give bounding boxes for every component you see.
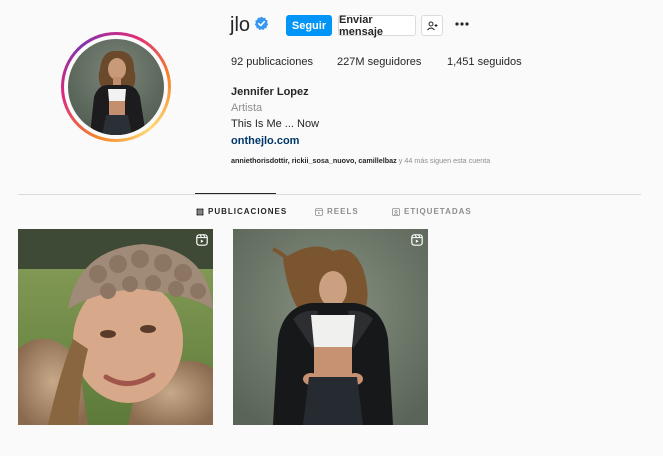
posts-count: 92 publicaciones [231, 56, 313, 68]
followed-by-line[interactable]: anniethorisdottir, rickii_sosa_nuovo, ca… [231, 156, 490, 165]
followers-count-link[interactable]: 227M seguidores [337, 56, 421, 68]
avatar-photo [90, 50, 146, 135]
profile-website-link[interactable]: onthejlo.com [231, 135, 299, 147]
send-message-button[interactable]: Enviar mensaje [338, 14, 416, 38]
profile-full-name: Jennifer Lopez [231, 86, 309, 98]
tab-tagged[interactable]: ETIQUETADAS [392, 207, 472, 216]
grid-icon [196, 208, 204, 215]
post-thumbnail[interactable] [233, 229, 428, 425]
more-options-icon[interactable] [454, 18, 470, 30]
tab-tagged-label: ETIQUETADAS [404, 207, 472, 216]
profile-bio: This Is Me ... Now [231, 118, 320, 130]
tabs-divider [18, 194, 641, 195]
post-thumbnail[interactable] [18, 229, 213, 425]
profile-avatar-story-ring[interactable] [61, 32, 171, 142]
tab-posts-label: PUBLICACIONES [208, 207, 288, 216]
tab-reels[interactable]: REELS [315, 207, 359, 216]
followed-by-names: anniethorisdottir, rickii_sosa_nuovo, ca… [231, 156, 397, 165]
profile-category: Artista [231, 102, 263, 114]
reel-indicator-icon [196, 234, 208, 246]
reels-icon [315, 207, 323, 216]
suggested-accounts-button[interactable] [421, 15, 443, 36]
tab-posts[interactable]: PUBLICACIONES [196, 207, 287, 216]
post-image [18, 229, 213, 425]
followed-by-suffix: y 44 más siguen esta cuenta [396, 156, 491, 165]
profile-username: jlo [230, 14, 251, 36]
tagged-icon [392, 207, 400, 216]
post-image [233, 229, 428, 425]
tab-reels-label: REELS [327, 207, 359, 216]
avatar[interactable] [68, 39, 164, 135]
active-tab-indicator [195, 193, 276, 194]
follow-button[interactable]: Seguir [286, 15, 332, 36]
verified-badge-icon [254, 16, 269, 31]
reel-indicator-icon [411, 234, 423, 246]
following-count-link[interactable]: 1,451 seguidos [447, 56, 522, 68]
add-user-icon [427, 21, 438, 30]
